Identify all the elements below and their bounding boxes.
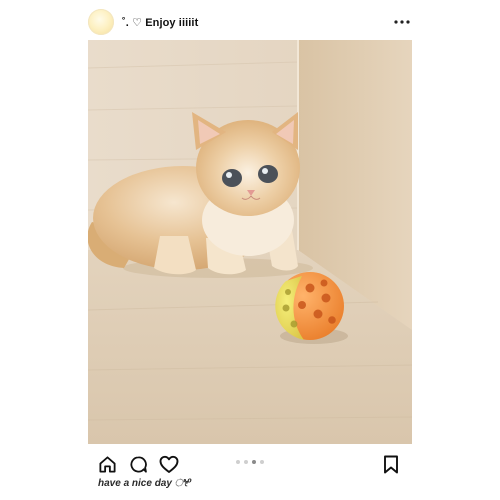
heart-icon[interactable] bbox=[158, 453, 180, 475]
carousel-dot-active[interactable] bbox=[252, 460, 256, 464]
carousel-dot[interactable] bbox=[236, 460, 240, 464]
post-photo[interactable] bbox=[88, 40, 412, 444]
carousel-dot[interactable] bbox=[244, 460, 248, 464]
avatar[interactable] bbox=[88, 9, 114, 35]
more-horizontal-icon[interactable] bbox=[392, 12, 412, 32]
post-header: ˚. ♡ Enjoy iiiiit bbox=[88, 8, 412, 36]
username[interactable]: ˚. ♡ Enjoy iiiiit bbox=[122, 16, 198, 29]
bookmark-icon[interactable] bbox=[380, 453, 402, 475]
comment-icon[interactable] bbox=[127, 453, 149, 475]
post-card: ˚. ♡ Enjoy iiiiit have a nice day ೀ⁰ bbox=[0, 0, 500, 500]
kitten-with-ball-image bbox=[88, 40, 412, 444]
post-caption: have a nice day ೀ⁰ bbox=[98, 478, 192, 489]
carousel-indicator bbox=[236, 460, 264, 464]
carousel-dot[interactable] bbox=[260, 460, 264, 464]
post-actions bbox=[96, 452, 404, 476]
home-icon[interactable] bbox=[96, 453, 118, 475]
